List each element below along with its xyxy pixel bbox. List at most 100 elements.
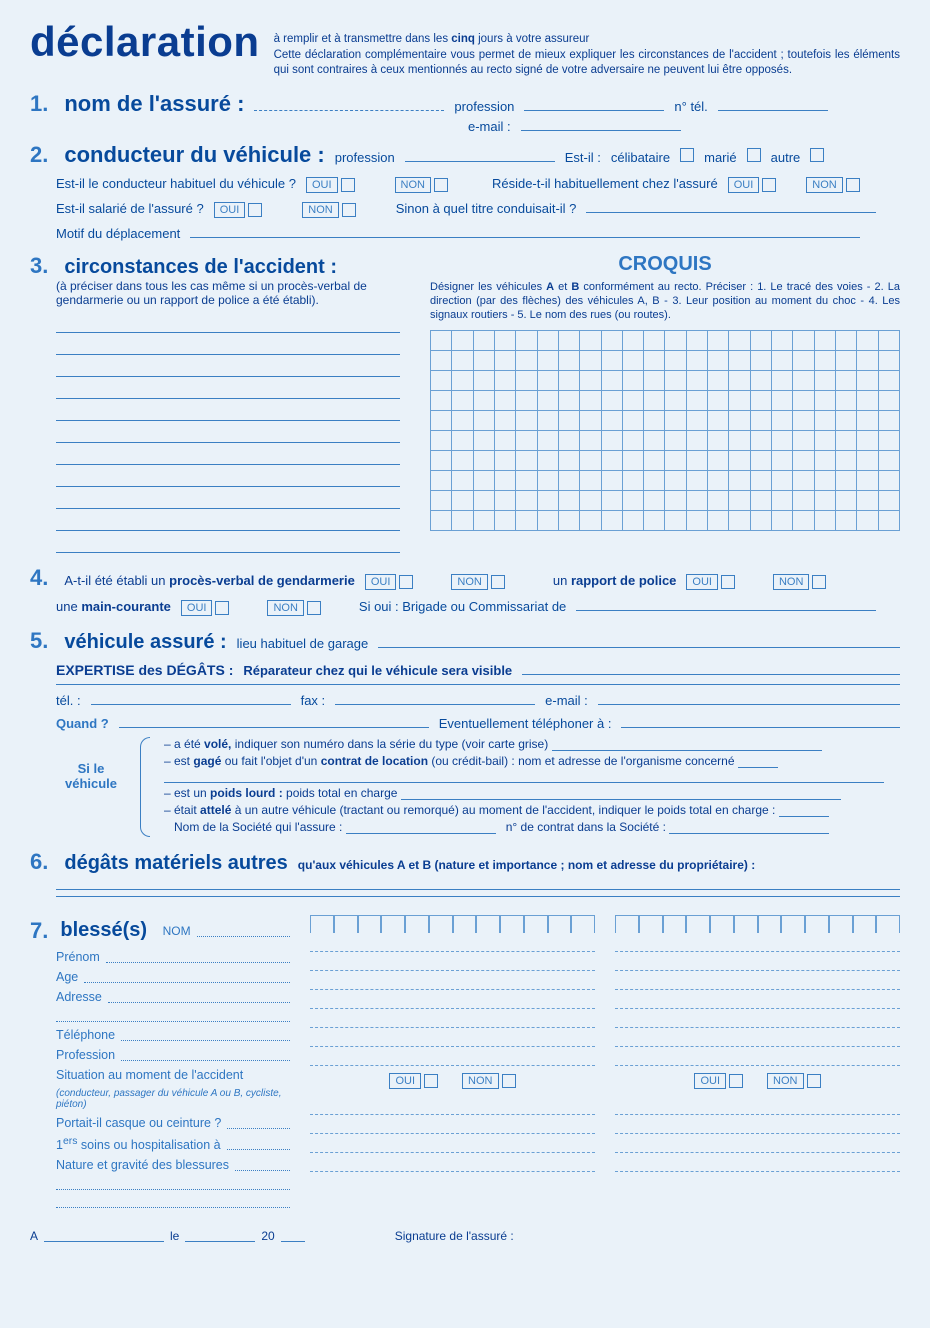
s3-text-lines[interactable] <box>30 315 400 553</box>
s6-num: 6. <box>30 849 48 875</box>
s5-quand-field[interactable] <box>119 716 429 728</box>
s2-profession-label: profession <box>335 150 395 165</box>
s2-q1-non[interactable]: NON <box>395 177 448 193</box>
s3-num: 3. <box>30 253 48 279</box>
s5-title: véhicule assuré : <box>64 631 226 654</box>
croquis-title: CROQUIS <box>430 253 900 276</box>
footer-signature-label: Signature de l'assuré : <box>395 1229 514 1243</box>
s2-celibataire-label: célibataire <box>611 150 670 165</box>
s1-name-field[interactable] <box>254 99 444 111</box>
s4-mainc-pre: une <box>56 599 81 614</box>
s3-note: (à préciser dans tous les cas même si un… <box>30 279 400 307</box>
s7-col-1[interactable]: OUI NON <box>310 915 595 1211</box>
footer-year-field[interactable] <box>281 1230 305 1242</box>
s2-autre-checkbox[interactable] <box>810 148 824 162</box>
s6-note: qu'aux véhicules A et B (nature et impor… <box>298 858 755 872</box>
s4-rp-oui[interactable]: OUI <box>686 574 735 590</box>
s7-nom-label: NOM <box>163 924 191 938</box>
s2-estil-label: Est-il : <box>565 150 601 165</box>
s7-title: blessé(s) <box>60 919 147 942</box>
s7-c2-casque-non[interactable]: NON <box>767 1073 820 1089</box>
footer-a-label: A <box>30 1229 38 1243</box>
footer-le-label: le <box>170 1229 179 1243</box>
section-7: 7.blessé(s) NOM Prénom Age Adresse Télép… <box>30 915 900 1211</box>
s2-marie-label: marié <box>704 150 737 165</box>
section-6: 6. dégâts matériels autres qu'aux véhicu… <box>30 849 900 897</box>
s5-tel-label: tél. : <box>56 693 81 708</box>
s2-q2-oui[interactable]: OUI <box>728 177 777 193</box>
s5-repar-field[interactable] <box>522 663 900 675</box>
s2-q2-non[interactable]: NON <box>806 177 859 193</box>
s5-quand-label: Quand ? <box>56 716 109 731</box>
footer-place-field[interactable] <box>44 1230 164 1242</box>
s2-q4-field[interactable] <box>586 201 876 213</box>
s7-c2-casque-oui[interactable]: OUI <box>694 1073 743 1089</box>
s4-rp-non[interactable]: NON <box>773 574 826 590</box>
section-3: 3. circonstances de l'accident : (à préc… <box>30 253 900 553</box>
s6-title: dégâts matériels autres <box>64 852 287 875</box>
s4-pv-non[interactable]: NON <box>451 574 504 590</box>
s4-sioui-field[interactable] <box>576 599 876 611</box>
s4-num: 4. <box>30 565 48 591</box>
s5-societe-field[interactable] <box>346 822 496 834</box>
header-subtitle: à remplir et à transmettre dans les cinq… <box>274 18 900 79</box>
s5-email-field[interactable] <box>598 693 900 705</box>
s7-casque-label: Portait-il casque ou ceinture ? <box>56 1116 221 1130</box>
s4-q1-bold: procès-verbal de gendarmerie <box>169 573 355 588</box>
s5-pl-field[interactable] <box>401 788 841 800</box>
s2-profession-field[interactable] <box>405 150 555 162</box>
s5-vehicule-box: Si le véhicule – a été volé, indiquer so… <box>30 737 900 837</box>
s2-title: conducteur du véhicule : <box>64 142 324 168</box>
header: déclaration à remplir et à transmettre d… <box>30 18 900 79</box>
s6-field-1[interactable] <box>56 889 900 890</box>
s2-num: 2. <box>30 142 48 168</box>
s7-telephone-label: Téléphone <box>56 1028 115 1042</box>
s1-profession-field[interactable] <box>524 99 664 111</box>
sub1-pre: à remplir et à transmettre dans les <box>274 33 452 45</box>
s2-q1-label: Est-il le conducteur habituel du véhicul… <box>56 176 296 191</box>
s4-mc-non[interactable]: NON <box>267 600 320 616</box>
s5-contrat-field[interactable] <box>669 822 829 834</box>
s7-prenom-label: Prénom <box>56 950 100 964</box>
s2-q5-field[interactable] <box>190 226 860 238</box>
s5-gage-field[interactable] <box>738 756 778 768</box>
s5-gage-line2[interactable] <box>164 771 900 783</box>
s7-col-2[interactable]: OUI NON <box>615 915 900 1211</box>
footer-date-field[interactable] <box>185 1230 255 1242</box>
s1-email-field[interactable] <box>521 119 681 131</box>
s5-event-field[interactable] <box>621 716 900 728</box>
section-2: 2. conducteur du véhicule : profession E… <box>30 142 900 241</box>
s5-lieu-label: lieu habituel de garage <box>237 636 369 651</box>
s4-mc-oui[interactable]: OUI <box>181 600 230 616</box>
s2-q3-oui[interactable]: OUI <box>214 202 263 218</box>
s5-contrat-label: n° de contrat dans la Société : <box>506 820 666 834</box>
sub1-post: jours à votre assureur <box>475 33 589 45</box>
s5-tel-field[interactable] <box>91 693 291 705</box>
s7-nature-label: Nature et gravité des blessures <box>56 1158 229 1172</box>
s5-lieu-field[interactable] <box>378 636 900 648</box>
section-4: 4. A-t-il été établi un procès-verbal de… <box>30 565 900 616</box>
s2-q3-non[interactable]: NON <box>302 202 355 218</box>
s2-q1-oui[interactable]: OUI <box>306 177 355 193</box>
s5-vole-field[interactable] <box>552 739 822 751</box>
section-5: 5. véhicule assuré : lieu habituel de ga… <box>30 628 900 837</box>
s5-fax-field[interactable] <box>335 693 535 705</box>
s1-num: 1. <box>30 91 48 117</box>
s7-age-label: Age <box>56 970 78 984</box>
s6-field-2[interactable] <box>56 896 900 897</box>
s5-attele-field[interactable] <box>779 805 829 817</box>
s2-marie-checkbox[interactable] <box>747 148 761 162</box>
s1-tel-label: n° tél. <box>674 99 707 114</box>
croquis-grid[interactable] <box>430 330 900 531</box>
s1-tel-field[interactable] <box>718 99 828 111</box>
croquis-text: Désigner les véhicules A et B conforméme… <box>430 280 900 323</box>
s4-pv-oui[interactable]: OUI <box>365 574 414 590</box>
s7-c1-casque-oui[interactable]: OUI <box>389 1073 438 1089</box>
s2-q4-label: Sinon à quel titre conduisait-il ? <box>396 201 577 216</box>
s2-autre-label: autre <box>771 150 801 165</box>
s1-title: nom de l'assuré : <box>64 91 244 117</box>
s7-adresse-label: Adresse <box>56 990 102 1004</box>
s2-celibataire-checkbox[interactable] <box>680 148 694 162</box>
footer: A le 20 Signature de l'assuré : <box>30 1229 900 1243</box>
s7-c1-casque-non[interactable]: NON <box>462 1073 515 1089</box>
